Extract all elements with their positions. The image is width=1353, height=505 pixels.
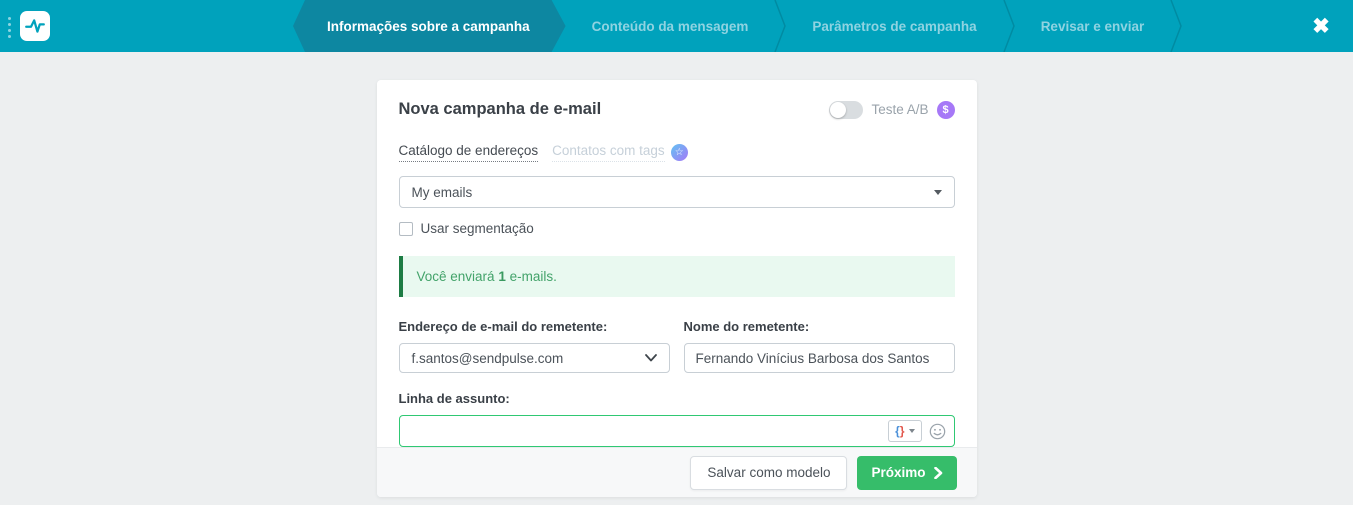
chevron-down-icon (644, 354, 657, 362)
step-label: Parâmetros de campanha (812, 18, 977, 34)
page-title: Nova campanha de e-mail (398, 100, 602, 118)
sender-email-label: Endereço de e-mail do remetente: (398, 319, 608, 334)
step-campaign-parameters[interactable]: Parâmetros de campanha (786, 0, 1002, 52)
step-label: Revisar e enviar (1040, 18, 1145, 34)
recipient-source-tabs: Catálogo de endereços Contatos com tags … (398, 143, 955, 162)
wizard-header: Informações sobre a campanha Conteúdo da… (0, 0, 1353, 52)
segmentation-checkbox-row[interactable]: Usar segmentação (398, 221, 955, 236)
subject-label: Linha de assunto: (398, 391, 510, 406)
personalization-variables-button[interactable]: {} (888, 420, 922, 442)
card-footer: Salvar como modelo Próximo (376, 447, 977, 497)
alert-text-prefix: Você enviará (416, 269, 495, 284)
step-review-send[interactable]: Revisar e enviar (1015, 0, 1171, 52)
star-badge-icon: ☆ (670, 144, 688, 161)
segmentation-label: Usar segmentação (420, 221, 534, 236)
subject-block: Linha de assunto: {} (398, 391, 955, 447)
sender-fields-row: Endereço de e-mail do remetente: f.santo… (398, 319, 955, 373)
close-button[interactable]: ✖ (1303, 0, 1339, 52)
caret-down-icon (908, 429, 915, 433)
card-body: Nova campanha de e-mail Teste A/B $ Catá… (377, 80, 977, 447)
tab-contacts-with-tags-group[interactable]: Contatos com tags ☆ (552, 143, 688, 162)
ab-test-toggle[interactable] (829, 100, 864, 119)
step-separator-chevron-icon (774, 0, 787, 52)
sender-email-value: f.santos@sendpulse.com (411, 350, 564, 366)
mailing-list-select[interactable]: My emails (398, 176, 955, 208)
paid-feature-dollar-icon: $ (936, 100, 955, 119)
step-campaign-info[interactable]: Informações sobre a campanha (293, 0, 566, 52)
toggle-knob (830, 101, 847, 118)
step-label: Informações sobre a campanha (327, 18, 530, 34)
subject-box: {} (398, 415, 955, 447)
title-row: Nova campanha de e-mail Teste A/B $ (399, 100, 955, 119)
smiley-icon (929, 423, 945, 439)
alert-text-suffix: e-mails. (509, 269, 557, 284)
emoji-picker-button[interactable] (929, 423, 946, 440)
alert-count: 1 (498, 269, 506, 284)
save-as-template-button[interactable]: Salvar como modelo (690, 455, 848, 490)
mailing-list-value: My emails (411, 184, 473, 200)
drag-handle-icon (8, 17, 11, 38)
step-label: Conteúdo da mensagem (591, 18, 749, 34)
segmentation-checkbox[interactable] (398, 221, 413, 236)
sender-name-field: Nome do remetente: (683, 319, 955, 373)
sender-email-field: Endereço de e-mail do remetente: f.santo… (398, 319, 670, 373)
next-button[interactable]: Próximo (857, 455, 957, 490)
send-count-alert: Você enviará 1 e-mails. (398, 256, 955, 297)
tab-contacts-with-tags[interactable]: Contatos com tags (552, 143, 665, 162)
sender-name-label: Nome do remetente: (683, 319, 810, 334)
step-separator-chevron-icon (1002, 0, 1015, 52)
ab-test-label: Teste A/B (871, 102, 929, 117)
next-button-label: Próximo (871, 465, 926, 480)
pulse-icon (25, 19, 45, 33)
close-brace-icon: } (899, 424, 905, 438)
sendpulse-logo[interactable] (20, 11, 50, 41)
tab-address-book[interactable]: Catálogo de endereços (398, 143, 539, 162)
wizard-steps: Informações sobre a campanha Conteúdo da… (293, 0, 1183, 52)
caret-down-icon (933, 189, 942, 195)
chevron-right-icon (933, 466, 942, 479)
step-separator-chevron-icon (1170, 0, 1183, 52)
campaign-card: Nova campanha de e-mail Teste A/B $ Catá… (376, 80, 977, 497)
subject-input[interactable] (399, 416, 889, 446)
sender-name-input[interactable] (683, 343, 955, 373)
ab-test-control: Teste A/B $ (829, 100, 955, 119)
sender-email-select[interactable]: f.santos@sendpulse.com (398, 343, 670, 373)
close-icon: ✖ (1312, 14, 1330, 38)
step-message-content[interactable]: Conteúdo da mensagem (566, 0, 775, 52)
